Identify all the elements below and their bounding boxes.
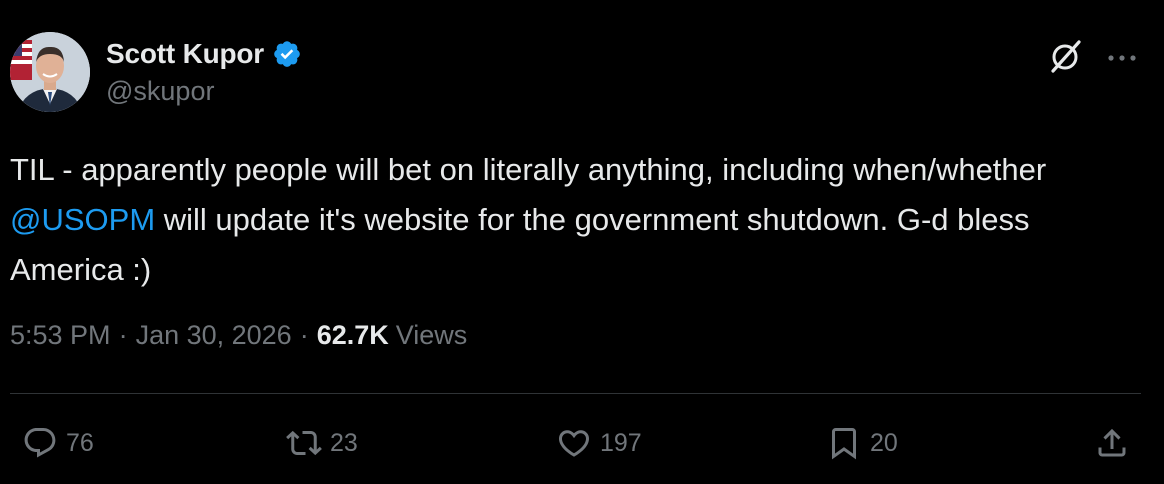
verified-badge-icon[interactable] bbox=[272, 39, 302, 69]
reply-icon bbox=[24, 428, 56, 458]
tweet-time[interactable]: 5:53 PM bbox=[10, 320, 111, 351]
bookmark-count: 20 bbox=[870, 428, 898, 457]
avatar[interactable] bbox=[10, 32, 90, 112]
tweet-meta: 5:53 PM · Jan 30, 2026 · 62.7K Views bbox=[10, 320, 467, 351]
bookmark-icon bbox=[832, 428, 856, 460]
like-count: 197 bbox=[600, 428, 642, 457]
tweet-text: TIL - apparently people will bet on lite… bbox=[10, 145, 1130, 295]
tweet-text-part: will update it's website for the governm… bbox=[10, 202, 1030, 287]
avatar-photo bbox=[10, 32, 90, 112]
grok-icon[interactable] bbox=[1048, 38, 1084, 74]
author-name-row: Scott Kupor bbox=[106, 36, 302, 72]
more-icon[interactable] bbox=[1106, 50, 1138, 61]
reply-button[interactable]: 76 bbox=[22, 418, 94, 468]
meta-separator: · bbox=[299, 320, 309, 350]
repost-count: 23 bbox=[330, 428, 358, 457]
tweet-text-part: TIL - apparently people will bet on lite… bbox=[10, 152, 1047, 187]
divider bbox=[10, 393, 1141, 394]
repost-button[interactable]: 23 bbox=[286, 418, 358, 468]
views-label: Views bbox=[395, 320, 468, 350]
share-button[interactable] bbox=[1094, 418, 1130, 468]
tweet-date[interactable]: Jan 30, 2026 bbox=[136, 320, 292, 351]
author-display-name[interactable]: Scott Kupor bbox=[106, 38, 264, 70]
author-handle[interactable]: @skupor bbox=[106, 76, 214, 107]
share-icon bbox=[1098, 428, 1126, 457]
mention-link[interactable]: @USOPM bbox=[10, 202, 155, 237]
views-count: 62.7K bbox=[316, 320, 389, 350]
reply-count: 76 bbox=[66, 428, 94, 457]
repost-icon bbox=[286, 430, 322, 456]
meta-separator: · bbox=[118, 320, 128, 350]
bookmark-button[interactable]: 20 bbox=[826, 418, 898, 468]
like-icon bbox=[558, 430, 590, 457]
like-button[interactable]: 197 bbox=[556, 418, 642, 468]
action-bar: 76 23 197 20 bbox=[0, 418, 1164, 468]
